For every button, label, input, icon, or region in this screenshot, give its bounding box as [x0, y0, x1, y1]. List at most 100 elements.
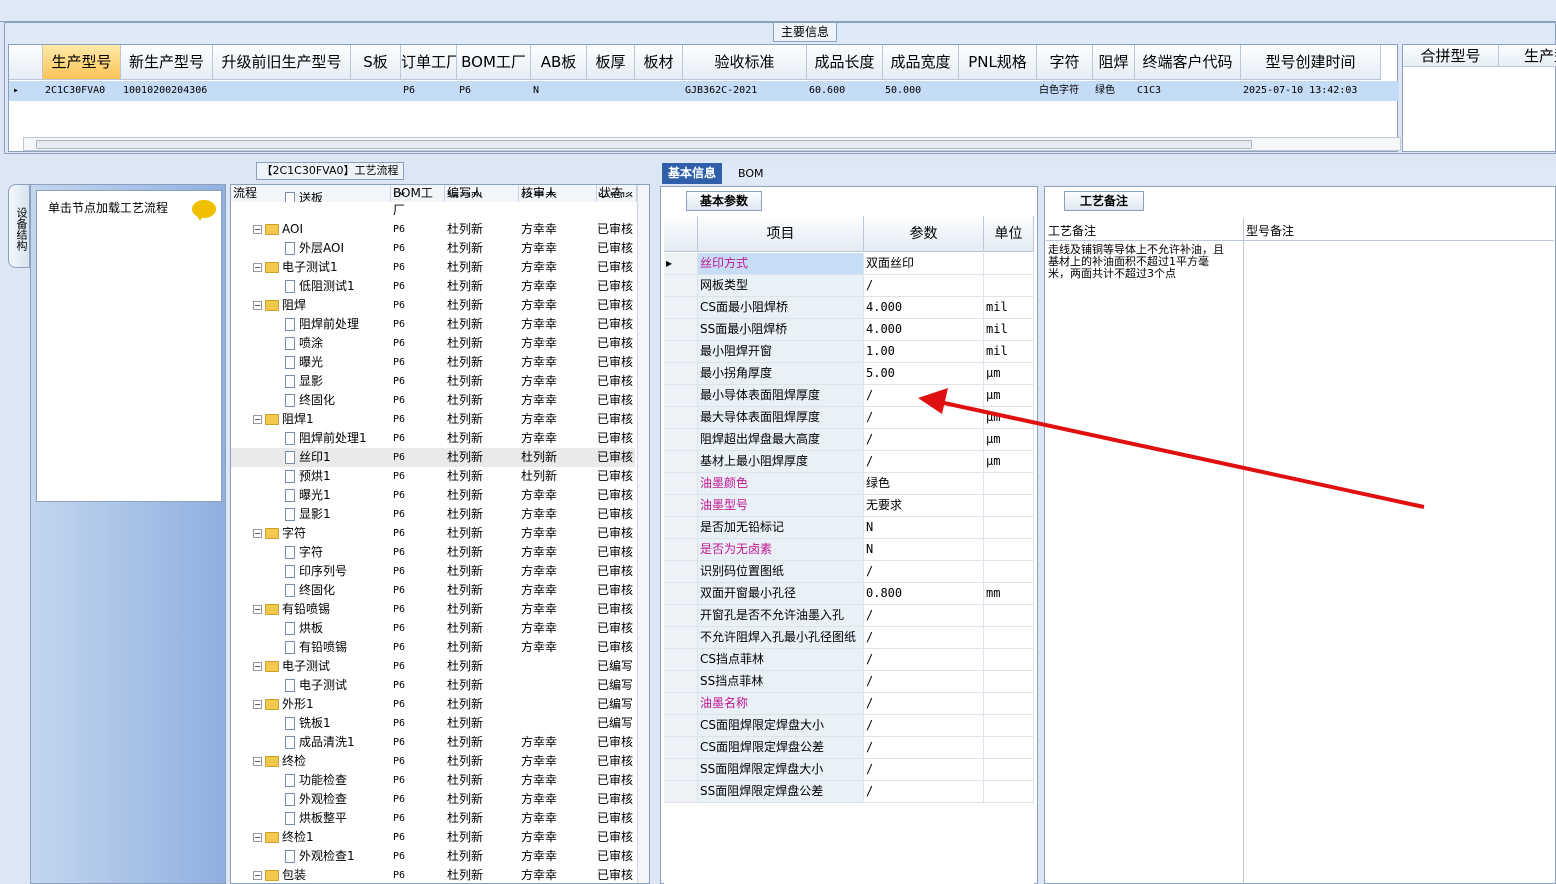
tree-row[interactable]: − 终检1 P6 杜列新 方幸幸 已审核: [231, 828, 635, 847]
tree-row[interactable]: 烘板整平 P6 杜列新 方幸幸 已审核: [231, 809, 635, 828]
col-header-8[interactable]: 板材: [635, 45, 683, 80]
param-row[interactable]: CS面阻焊限定焊盘公差 /: [664, 737, 1034, 759]
tree-node[interactable]: 烘板整平: [285, 809, 347, 828]
tree-node[interactable]: − 外形1: [253, 695, 314, 714]
param-value[interactable]: /: [864, 759, 984, 780]
tree-row[interactable]: 烘板 P6 杜列新 方幸幸 已审核: [231, 619, 635, 638]
param-value[interactable]: /: [864, 715, 984, 736]
toggle-icon[interactable]: −: [253, 662, 262, 671]
col-unit[interactable]: 单位: [984, 216, 1034, 252]
param-row[interactable]: CS面阻焊限定焊盘大小 /: [664, 715, 1034, 737]
tree-node[interactable]: 有铅喷锡: [285, 638, 347, 657]
param-value[interactable]: N: [864, 517, 984, 538]
tree-row[interactable]: 送板 P6 杜列新 方幸幸 已审核: [231, 192, 635, 202]
col-header-0[interactable]: 生产型号: [43, 45, 121, 80]
col-item[interactable]: 项目: [698, 216, 864, 252]
cell-9[interactable]: GJB362C-2021: [683, 81, 807, 101]
tree-row[interactable]: − 终检 P6 杜列新 方幸幸 已审核: [231, 752, 635, 771]
tree-node[interactable]: 丝印1: [285, 448, 331, 467]
param-row[interactable]: CS挡点菲林 /: [664, 649, 1034, 671]
param-value[interactable]: /: [864, 737, 984, 758]
param-value[interactable]: /: [864, 781, 984, 802]
param-row[interactable]: 网板类型 /: [664, 275, 1034, 297]
tree-node[interactable]: 曝光: [285, 353, 323, 372]
param-row[interactable]: CS面最小阻焊桥 4.000 mil: [664, 297, 1034, 319]
tree-node[interactable]: 终固化: [285, 391, 335, 410]
tab-bom[interactable]: BOM: [732, 163, 770, 184]
param-value[interactable]: /: [864, 671, 984, 692]
param-row[interactable]: 基材上最小阻焊厚度 / μm: [664, 451, 1034, 473]
tree-node[interactable]: − 包装: [253, 866, 306, 883]
cell-8[interactable]: [635, 81, 683, 101]
cell-10[interactable]: 60.600: [807, 81, 883, 101]
tree-node[interactable]: 外层AOI: [285, 239, 344, 258]
param-value[interactable]: 无要求: [864, 495, 984, 516]
toggle-icon[interactable]: −: [253, 700, 262, 709]
param-value[interactable]: 5.00: [864, 363, 984, 384]
col-header-7[interactable]: 板厚: [587, 45, 635, 80]
param-value[interactable]: /: [864, 407, 984, 428]
param-row[interactable]: 油墨型号 无要求: [664, 495, 1034, 517]
tree-row[interactable]: − 外形1 P6 杜列新 已编写: [231, 695, 635, 714]
tree-node[interactable]: − 字符: [253, 524, 306, 543]
tree-node[interactable]: − 终检1: [253, 828, 314, 847]
tree-node[interactable]: 送板: [285, 192, 323, 202]
tree-row[interactable]: 终固化 P6 杜列新 方幸幸 已审核: [231, 581, 635, 600]
col-header-15[interactable]: 终端客户代码: [1135, 45, 1241, 80]
device-structure-tab[interactable]: 设备结构: [8, 184, 30, 268]
tree-node[interactable]: 印序列号: [285, 562, 347, 581]
param-value[interactable]: 4.000: [864, 319, 984, 340]
tree-node[interactable]: 曝光1: [285, 486, 331, 505]
tree-node[interactable]: 电子测试: [285, 676, 347, 695]
tree-node[interactable]: 烘板: [285, 619, 323, 638]
col-header-6[interactable]: AB板: [531, 45, 587, 80]
cell-3[interactable]: [351, 81, 401, 101]
param-value[interactable]: /: [864, 451, 984, 472]
param-row[interactable]: 是否为无卤素 N: [664, 539, 1034, 561]
tree-row[interactable]: − 阻焊 P6 杜列新 方幸幸 已审核: [231, 296, 635, 315]
tree-node[interactable]: − 电子测试: [253, 657, 330, 676]
param-row[interactable]: 最小拐角厚度 5.00 μm: [664, 363, 1034, 385]
cell-16[interactable]: 2025-07-10 13:42:03: [1241, 81, 1381, 101]
main-info-grid[interactable]: 生产型号 2C1C30FVA0 新生产型号 10010200204306 升级前旧生产型…: [8, 44, 1401, 152]
tree-node[interactable]: − 终检: [253, 752, 306, 771]
col-header-14[interactable]: 阻焊: [1093, 45, 1135, 80]
toggle-icon[interactable]: −: [253, 833, 262, 842]
cell-6[interactable]: N: [531, 81, 587, 101]
param-value[interactable]: 4.000: [864, 297, 984, 318]
tree-node[interactable]: − 电子测试1: [253, 258, 338, 277]
tree-row[interactable]: − AOI P6 杜列新 方幸幸 已审核: [231, 220, 635, 239]
tree-node[interactable]: 铣板1: [285, 714, 331, 733]
panel-splitter[interactable]: [650, 162, 660, 884]
cell-12[interactable]: [959, 81, 1037, 101]
param-value[interactable]: /: [864, 561, 984, 582]
cell-7[interactable]: [587, 81, 635, 101]
tree-node[interactable]: 字符: [285, 543, 323, 562]
tree-row[interactable]: 丝印1 P6 杜列新 杜列新 已审核: [231, 448, 635, 467]
param-value[interactable]: /: [864, 693, 984, 714]
cell-11[interactable]: 50.000: [883, 81, 959, 101]
param-row[interactable]: SS面最小阻焊桥 4.000 mil: [664, 319, 1034, 341]
tree-node[interactable]: 终固化: [285, 581, 335, 600]
tree-node[interactable]: − 阻焊1: [253, 410, 314, 429]
tab-basic-info[interactable]: 基本信息: [662, 163, 723, 184]
process-tree[interactable]: 流程 BOM工厂 编写人 核审人 状态 送板 P6 杜列新 方幸幸 已审核 − AOI P6 杜列新 方幸幸…: [230, 184, 650, 884]
param-row[interactable]: SS面阻焊限定焊盘公差 /: [664, 781, 1034, 803]
tree-vertical-scrollbar[interactable]: [637, 185, 649, 883]
tree-row[interactable]: 曝光 P6 杜列新 方幸幸 已审核: [231, 353, 635, 372]
tree-row[interactable]: 显影1 P6 杜列新 方幸幸 已审核: [231, 505, 635, 524]
col-header-11[interactable]: 成品宽度: [883, 45, 959, 80]
tree-row[interactable]: − 字符 P6 杜列新 方幸幸 已审核: [231, 524, 635, 543]
param-value[interactable]: 0.800: [864, 583, 984, 604]
tree-row[interactable]: 铣板1 P6 杜列新 已编写: [231, 714, 635, 733]
param-row[interactable]: 阻焊超出焊盘最大高度 / μm: [664, 429, 1034, 451]
cell-13[interactable]: 白色字符: [1037, 81, 1093, 101]
toggle-icon[interactable]: −: [253, 301, 262, 310]
col-header-2[interactable]: 升级前旧生产型号: [213, 45, 351, 80]
col-header-16[interactable]: 型号创建时间: [1241, 45, 1381, 80]
cell-5[interactable]: P6: [457, 81, 531, 101]
cell-1[interactable]: 10010200204306: [121, 81, 213, 101]
param-row[interactable]: 最小阻焊开窗 1.00 mil: [664, 341, 1034, 363]
col-header-12[interactable]: PNL规格: [959, 45, 1037, 80]
col-header-1[interactable]: 新生产型号: [121, 45, 213, 80]
